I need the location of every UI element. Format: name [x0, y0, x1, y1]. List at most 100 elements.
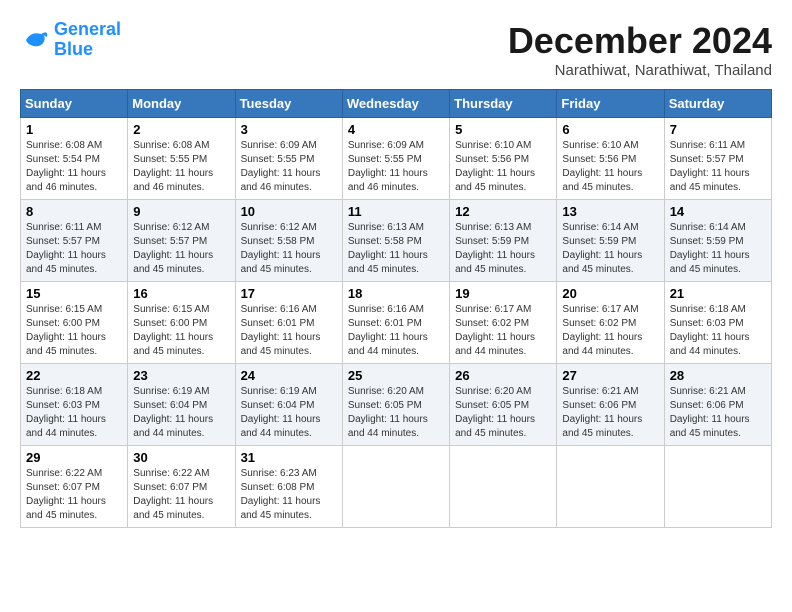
day-cell-31: 31 Sunrise: 6:23 AM Sunset: 6:08 PM Dayl… [235, 446, 342, 528]
day-number: 13 [562, 204, 658, 219]
day-number: 7 [670, 122, 766, 137]
day-info: Sunrise: 6:08 AM Sunset: 5:54 PM Dayligh… [26, 139, 122, 195]
day-info: Sunrise: 6:12 AM Sunset: 5:58 PM Dayligh… [241, 221, 337, 277]
day-number: 28 [670, 368, 766, 383]
day-info: Sunrise: 6:22 AM Sunset: 6:07 PM Dayligh… [26, 467, 122, 523]
day-info: Sunrise: 6:17 AM Sunset: 6:02 PM Dayligh… [562, 303, 658, 359]
day-cell-16: 16 Sunrise: 6:15 AM Sunset: 6:00 PM Dayl… [128, 282, 235, 364]
day-cell-18: 18 Sunrise: 6:16 AM Sunset: 6:01 PM Dayl… [342, 282, 449, 364]
day-info: Sunrise: 6:09 AM Sunset: 5:55 PM Dayligh… [241, 139, 337, 195]
day-number: 10 [241, 204, 337, 219]
day-cell-5: 5 Sunrise: 6:10 AM Sunset: 5:56 PM Dayli… [450, 118, 557, 200]
day-number: 24 [241, 368, 337, 383]
day-cell-7: 7 Sunrise: 6:11 AM Sunset: 5:57 PM Dayli… [664, 118, 771, 200]
day-info: Sunrise: 6:09 AM Sunset: 5:55 PM Dayligh… [348, 139, 444, 195]
day-cell-4: 4 Sunrise: 6:09 AM Sunset: 5:55 PM Dayli… [342, 118, 449, 200]
day-cell-9: 9 Sunrise: 6:12 AM Sunset: 5:57 PM Dayli… [128, 200, 235, 282]
header-monday: Monday [128, 90, 235, 118]
day-cell-10: 10 Sunrise: 6:12 AM Sunset: 5:58 PM Dayl… [235, 200, 342, 282]
empty-cell [664, 446, 771, 528]
day-info: Sunrise: 6:10 AM Sunset: 5:56 PM Dayligh… [455, 139, 551, 195]
day-number: 2 [133, 122, 229, 137]
header-friday: Friday [557, 90, 664, 118]
empty-cell [342, 446, 449, 528]
empty-cell [557, 446, 664, 528]
header-thursday: Thursday [450, 90, 557, 118]
day-cell-27: 27 Sunrise: 6:21 AM Sunset: 6:06 PM Dayl… [557, 364, 664, 446]
location-title: Narathiwat, Narathiwat, Thailand [508, 62, 772, 79]
day-cell-24: 24 Sunrise: 6:19 AM Sunset: 6:04 PM Dayl… [235, 364, 342, 446]
day-info: Sunrise: 6:20 AM Sunset: 6:05 PM Dayligh… [455, 385, 551, 441]
day-number: 6 [562, 122, 658, 137]
day-cell-13: 13 Sunrise: 6:14 AM Sunset: 5:59 PM Dayl… [557, 200, 664, 282]
day-number: 30 [133, 450, 229, 465]
day-cell-2: 2 Sunrise: 6:08 AM Sunset: 5:55 PM Dayli… [128, 118, 235, 200]
day-info: Sunrise: 6:15 AM Sunset: 6:00 PM Dayligh… [26, 303, 122, 359]
day-number: 5 [455, 122, 551, 137]
day-number: 27 [562, 368, 658, 383]
day-cell-30: 30 Sunrise: 6:22 AM Sunset: 6:07 PM Dayl… [128, 446, 235, 528]
day-number: 21 [670, 286, 766, 301]
day-cell-15: 15 Sunrise: 6:15 AM Sunset: 6:00 PM Dayl… [21, 282, 128, 364]
day-number: 1 [26, 122, 122, 137]
day-info: Sunrise: 6:19 AM Sunset: 6:04 PM Dayligh… [241, 385, 337, 441]
day-number: 11 [348, 204, 444, 219]
day-cell-25: 25 Sunrise: 6:20 AM Sunset: 6:05 PM Dayl… [342, 364, 449, 446]
day-info: Sunrise: 6:20 AM Sunset: 6:05 PM Dayligh… [348, 385, 444, 441]
day-info: Sunrise: 6:08 AM Sunset: 5:55 PM Dayligh… [133, 139, 229, 195]
day-cell-21: 21 Sunrise: 6:18 AM Sunset: 6:03 PM Dayl… [664, 282, 771, 364]
day-info: Sunrise: 6:13 AM Sunset: 5:58 PM Dayligh… [348, 221, 444, 277]
day-info: Sunrise: 6:18 AM Sunset: 6:03 PM Dayligh… [670, 303, 766, 359]
day-cell-20: 20 Sunrise: 6:17 AM Sunset: 6:02 PM Dayl… [557, 282, 664, 364]
title-area: December 2024 Narathiwat, Narathiwat, Th… [508, 20, 772, 79]
day-info: Sunrise: 6:19 AM Sunset: 6:04 PM Dayligh… [133, 385, 229, 441]
logo-icon [20, 25, 50, 55]
day-number: 19 [455, 286, 551, 301]
day-info: Sunrise: 6:21 AM Sunset: 6:06 PM Dayligh… [670, 385, 766, 441]
day-cell-3: 3 Sunrise: 6:09 AM Sunset: 5:55 PM Dayli… [235, 118, 342, 200]
logo: General Blue [20, 20, 121, 60]
week-row-4: 22 Sunrise: 6:18 AM Sunset: 6:03 PM Dayl… [21, 364, 772, 446]
header-wednesday: Wednesday [342, 90, 449, 118]
day-cell-17: 17 Sunrise: 6:16 AM Sunset: 6:01 PM Dayl… [235, 282, 342, 364]
day-info: Sunrise: 6:15 AM Sunset: 6:00 PM Dayligh… [133, 303, 229, 359]
day-info: Sunrise: 6:10 AM Sunset: 5:56 PM Dayligh… [562, 139, 658, 195]
day-cell-22: 22 Sunrise: 6:18 AM Sunset: 6:03 PM Dayl… [21, 364, 128, 446]
day-cell-19: 19 Sunrise: 6:17 AM Sunset: 6:02 PM Dayl… [450, 282, 557, 364]
day-info: Sunrise: 6:16 AM Sunset: 6:01 PM Dayligh… [348, 303, 444, 359]
day-number: 4 [348, 122, 444, 137]
day-cell-29: 29 Sunrise: 6:22 AM Sunset: 6:07 PM Dayl… [21, 446, 128, 528]
week-row-5: 29 Sunrise: 6:22 AM Sunset: 6:07 PM Dayl… [21, 446, 772, 528]
day-cell-28: 28 Sunrise: 6:21 AM Sunset: 6:06 PM Dayl… [664, 364, 771, 446]
day-info: Sunrise: 6:11 AM Sunset: 5:57 PM Dayligh… [26, 221, 122, 277]
day-info: Sunrise: 6:22 AM Sunset: 6:07 PM Dayligh… [133, 467, 229, 523]
day-cell-12: 12 Sunrise: 6:13 AM Sunset: 5:59 PM Dayl… [450, 200, 557, 282]
day-info: Sunrise: 6:11 AM Sunset: 5:57 PM Dayligh… [670, 139, 766, 195]
day-number: 15 [26, 286, 122, 301]
day-info: Sunrise: 6:23 AM Sunset: 6:08 PM Dayligh… [241, 467, 337, 523]
week-row-2: 8 Sunrise: 6:11 AM Sunset: 5:57 PM Dayli… [21, 200, 772, 282]
day-cell-1: 1 Sunrise: 6:08 AM Sunset: 5:54 PM Dayli… [21, 118, 128, 200]
header: General Blue December 2024 Narathiwat, N… [20, 20, 772, 79]
week-row-3: 15 Sunrise: 6:15 AM Sunset: 6:00 PM Dayl… [21, 282, 772, 364]
day-number: 22 [26, 368, 122, 383]
day-number: 29 [26, 450, 122, 465]
day-number: 17 [241, 286, 337, 301]
day-number: 8 [26, 204, 122, 219]
day-cell-23: 23 Sunrise: 6:19 AM Sunset: 6:04 PM Dayl… [128, 364, 235, 446]
day-info: Sunrise: 6:17 AM Sunset: 6:02 PM Dayligh… [455, 303, 551, 359]
day-cell-11: 11 Sunrise: 6:13 AM Sunset: 5:58 PM Dayl… [342, 200, 449, 282]
day-number: 18 [348, 286, 444, 301]
day-info: Sunrise: 6:12 AM Sunset: 5:57 PM Dayligh… [133, 221, 229, 277]
day-info: Sunrise: 6:13 AM Sunset: 5:59 PM Dayligh… [455, 221, 551, 277]
day-cell-26: 26 Sunrise: 6:20 AM Sunset: 6:05 PM Dayl… [450, 364, 557, 446]
day-number: 26 [455, 368, 551, 383]
day-info: Sunrise: 6:14 AM Sunset: 5:59 PM Dayligh… [670, 221, 766, 277]
day-cell-6: 6 Sunrise: 6:10 AM Sunset: 5:56 PM Dayli… [557, 118, 664, 200]
day-cell-14: 14 Sunrise: 6:14 AM Sunset: 5:59 PM Dayl… [664, 200, 771, 282]
header-saturday: Saturday [664, 90, 771, 118]
day-cell-8: 8 Sunrise: 6:11 AM Sunset: 5:57 PM Dayli… [21, 200, 128, 282]
empty-cell [450, 446, 557, 528]
day-number: 23 [133, 368, 229, 383]
day-number: 3 [241, 122, 337, 137]
